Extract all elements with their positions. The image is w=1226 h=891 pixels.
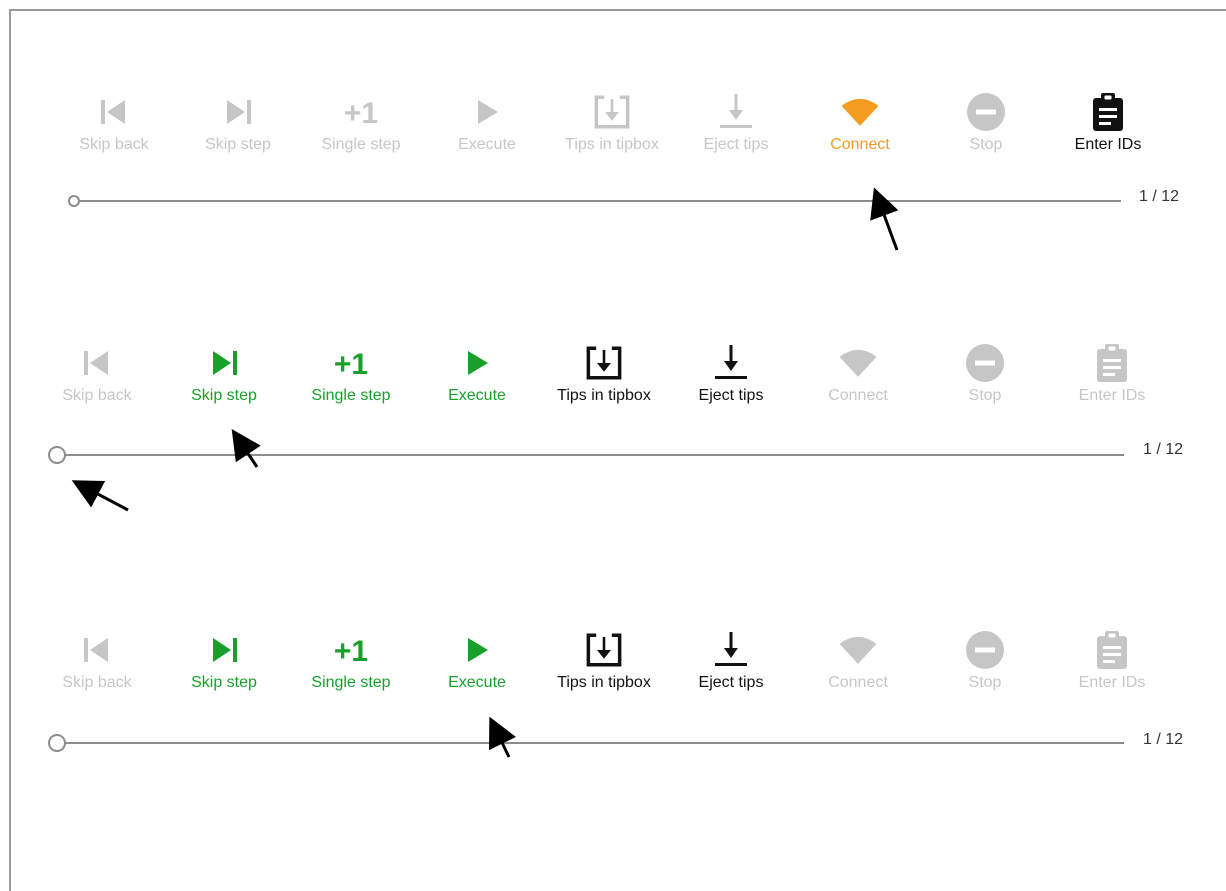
annotation-arrows [71,187,899,758]
annotation-arrow [488,716,516,758]
annotation-arrow [870,187,899,251]
annotation-arrow [71,480,129,512]
annotation-arrow [231,429,261,468]
